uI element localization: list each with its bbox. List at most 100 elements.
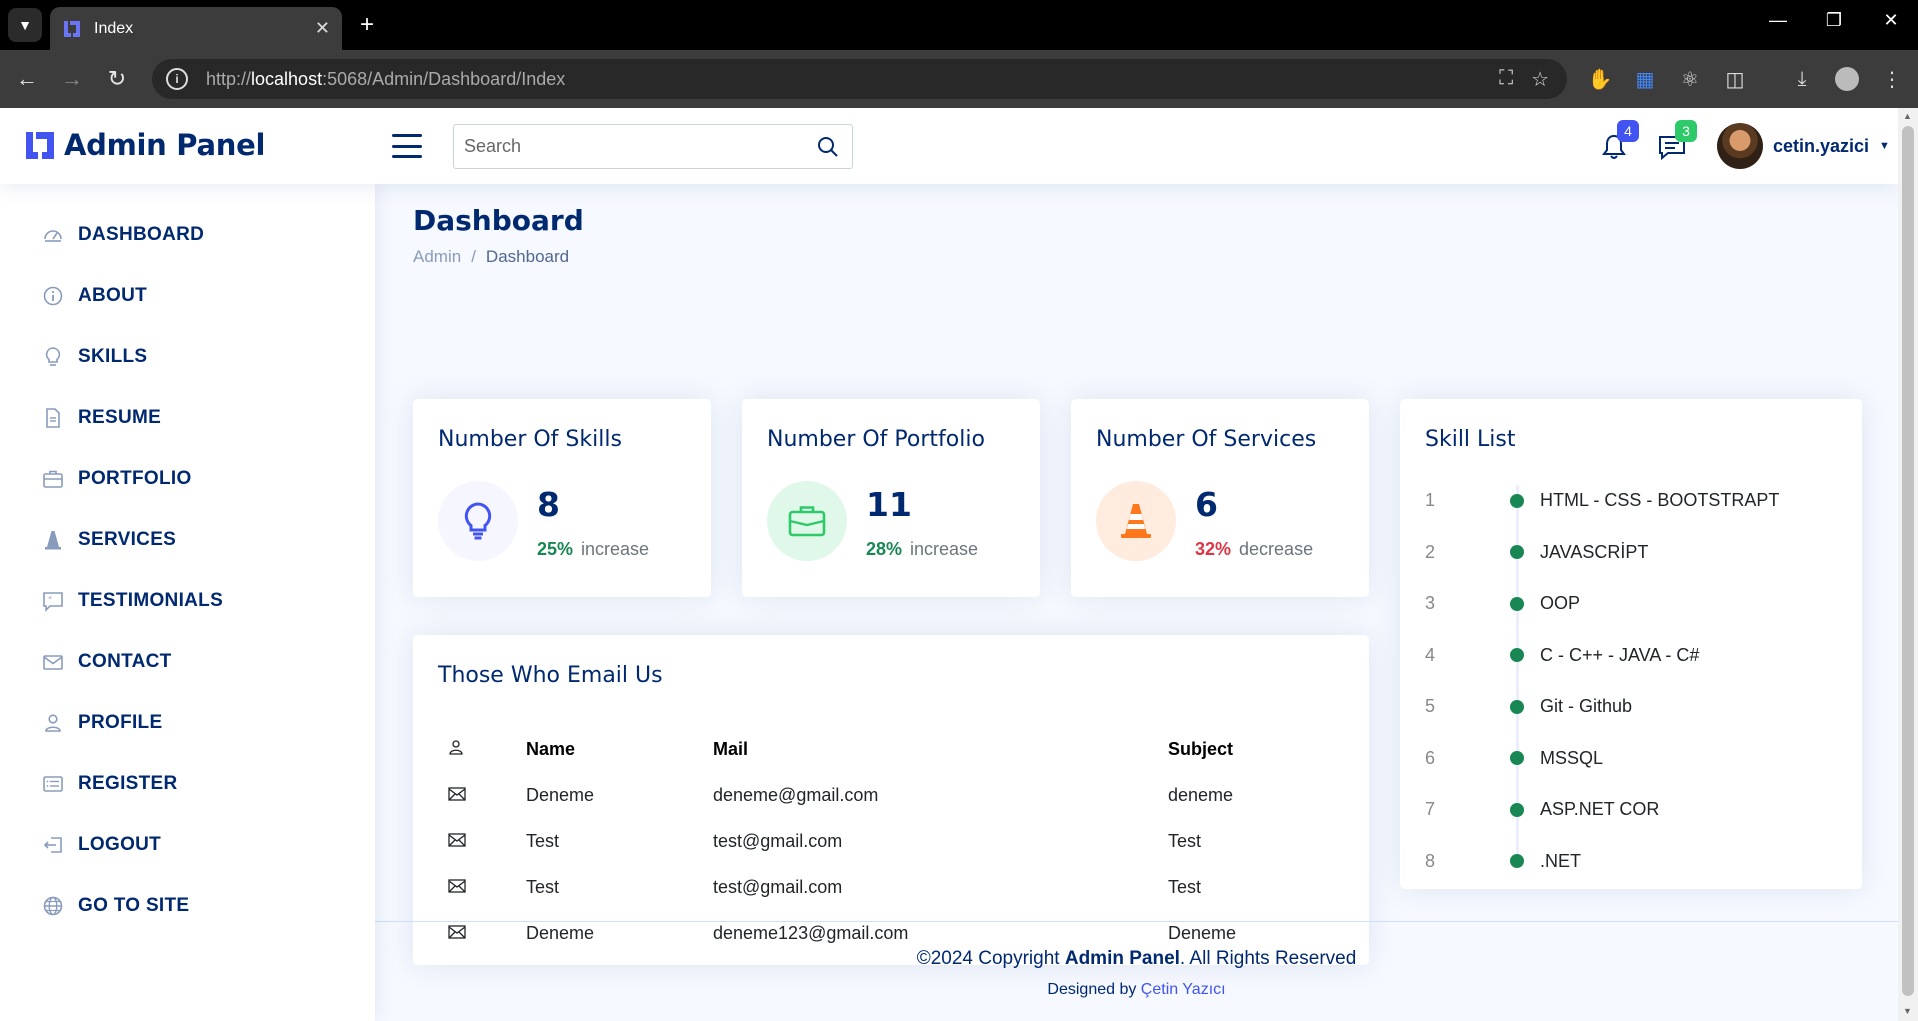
address-bar[interactable]: i http://localhost:5068/Admin/Dashboard/… [152, 59, 1567, 99]
sidebar-item-about[interactable]: ABOUT [0, 271, 375, 321]
status-dot [1510, 802, 1524, 817]
services-change-percent: 32% [1195, 539, 1232, 559]
table-row[interactable]: Test test@gmail.com Test [438, 818, 1344, 864]
list-item: 7 ASP.NET COR [1425, 784, 1845, 836]
status-dot [1510, 854, 1524, 869]
page-scrollbar[interactable]: ▲ ▼ [1898, 108, 1918, 1021]
tab-search-button[interactable]: ▼ [8, 8, 42, 42]
sidebar-item-logout[interactable]: LOGOUT [0, 820, 375, 870]
messages-button[interactable]: 3 [1655, 120, 1697, 164]
skill-name: Git - Github [1540, 696, 1633, 717]
notifications-button[interactable]: 4 [1597, 120, 1639, 164]
skill-name: ASP.NET COR [1540, 799, 1660, 820]
skill-name: MSSQL [1540, 747, 1604, 768]
table-row[interactable]: Test test@gmail.com Test [438, 864, 1344, 910]
briefcase-icon [42, 468, 64, 490]
brand-logo[interactable]: Admin Panel [24, 128, 265, 162]
email-subject: Test [1168, 830, 1202, 851]
toggle-sidebar-button[interactable] [392, 134, 422, 158]
status-dot [1510, 545, 1524, 560]
minimize-button[interactable]: — [1758, 10, 1798, 31]
skills-change-percent: 25% [537, 539, 574, 559]
translate-icon[interactable]: ⛶ [1499, 67, 1513, 92]
sidebar-item-services[interactable]: SERVICES [0, 515, 375, 565]
app-header: Admin Panel 4 3 cetin.yazici ▼ [0, 108, 1898, 184]
list-item: 1 HTML - CSS - BOOTSTRAPT [1425, 475, 1845, 527]
sidebar-item-skills[interactable]: SKILLS [0, 332, 375, 382]
notifications-badge: 4 [1617, 120, 1639, 142]
skill-name: HTML - CSS - BOOTSTRAPT [1540, 490, 1780, 511]
person-icon [42, 712, 64, 734]
sidebar-item-resume[interactable]: RESUME [0, 393, 375, 443]
column-header-name: Name [526, 739, 576, 759]
download-icon[interactable]: ⤓ [1787, 64, 1817, 94]
close-window-button[interactable]: ✕ [1871, 10, 1911, 31]
list-item: 2 JAVASCRİPT [1425, 527, 1845, 579]
site-info-icon[interactable]: i [166, 68, 188, 90]
skill-index: 2 [1425, 541, 1436, 562]
scrollbar-thumb[interactable] [1902, 126, 1914, 996]
messages-badge: 3 [1675, 120, 1697, 142]
favicon-icon [64, 20, 80, 37]
search-button[interactable] [804, 125, 852, 168]
forward-button[interactable]: → [57, 64, 87, 94]
url-path: :5068/Admin/Dashboard/Index [322, 68, 566, 89]
sidebar-item-label: CONTACT [78, 651, 172, 672]
person-column-header [438, 727, 526, 772]
brand-name: Admin Panel [64, 128, 266, 162]
sidebar-item-label: SKILLS [78, 346, 148, 367]
close-tab-icon[interactable]: ✕ [315, 18, 330, 39]
sidebar-item-portfolio[interactable]: PORTFOLIO [0, 454, 375, 504]
envelope-icon [438, 818, 526, 864]
breadcrumb-separator: / [471, 247, 476, 266]
sidebar-item-label: LOGOUT [78, 834, 162, 855]
browser-tab[interactable]: Index ✕ [50, 7, 342, 50]
email-address: test@gmail.com [713, 876, 843, 897]
page-footer: ©2024 Copyright Admin Panel. All Rights … [375, 921, 1898, 1021]
sidebar-item-go-to-site[interactable]: GO TO SITE [0, 881, 375, 931]
page-viewport: Admin Panel 4 3 cetin.yazici ▼ DA [0, 108, 1898, 1021]
scroll-down-icon[interactable]: ▼ [1903, 1006, 1912, 1016]
bookmark-star-icon[interactable]: ☆ [1531, 67, 1549, 92]
logo-icon [26, 132, 54, 159]
table-row[interactable]: Deneme deneme@gmail.com deneme [438, 772, 1344, 818]
new-tab-button[interactable]: + [352, 10, 382, 40]
skill-index: 4 [1425, 644, 1436, 665]
designer-link[interactable]: Çetin Yazıcı [1141, 981, 1226, 998]
speedometer-icon [42, 224, 64, 246]
user-profile-dropdown[interactable]: cetin.yazici ▼ [1717, 123, 1890, 169]
browser-menu-icon[interactable]: ⋮ [1877, 64, 1907, 94]
restore-button[interactable]: ❐ [1814, 10, 1854, 31]
reload-button[interactable]: ↻ [102, 64, 132, 94]
copyright-suffix: . All Rights Reserved [1179, 948, 1357, 969]
sidebar-item-register[interactable]: REGISTER [0, 759, 375, 809]
extensions-puzzle-icon[interactable]: ◫ [1720, 64, 1750, 94]
back-button[interactable]: ← [12, 64, 42, 94]
extension-react-icon[interactable]: ⚛ [1675, 64, 1705, 94]
copyright-prefix: ©2024 Copyright [916, 948, 1065, 969]
search-input[interactable] [454, 125, 804, 168]
sidebar-item-testimonials[interactable]: " TESTIMONIALS [0, 576, 375, 626]
sidebar-item-label: RESUME [78, 407, 162, 428]
skills-change: 25% increase [537, 539, 649, 560]
card-title: Number Of Services [1096, 427, 1317, 452]
browser-profile-avatar[interactable] [1832, 64, 1862, 94]
sidebar-item-contact[interactable]: CONTACT [0, 637, 375, 687]
sidebar-item-label: PORTFOLIO [78, 468, 192, 489]
list-item: 5 Git - Github [1425, 681, 1845, 733]
designed-by-label: Designed by [1047, 981, 1141, 998]
column-header-mail: Mail [713, 739, 749, 759]
extension-translate-icon[interactable]: ▦ [1630, 64, 1660, 94]
breadcrumb-link-admin[interactable]: Admin [413, 247, 461, 267]
url-scheme: http:// [206, 68, 252, 89]
sidebar-item-profile[interactable]: PROFILE [0, 698, 375, 748]
extension-hand-icon[interactable]: ✋ [1585, 64, 1615, 94]
browser-tabbar: ▼ Index ✕ + — ❐ ✕ [0, 0, 1918, 50]
scroll-up-icon[interactable]: ▲ [1903, 111, 1912, 121]
skill-name: .NET [1540, 850, 1582, 871]
cone-icon [42, 529, 64, 551]
list-item: 3 OOP [1425, 578, 1845, 630]
skill-index: 3 [1425, 593, 1436, 614]
sidebar-item-dashboard[interactable]: DASHBOARD [0, 210, 375, 260]
email-address: deneme@gmail.com [713, 784, 879, 805]
